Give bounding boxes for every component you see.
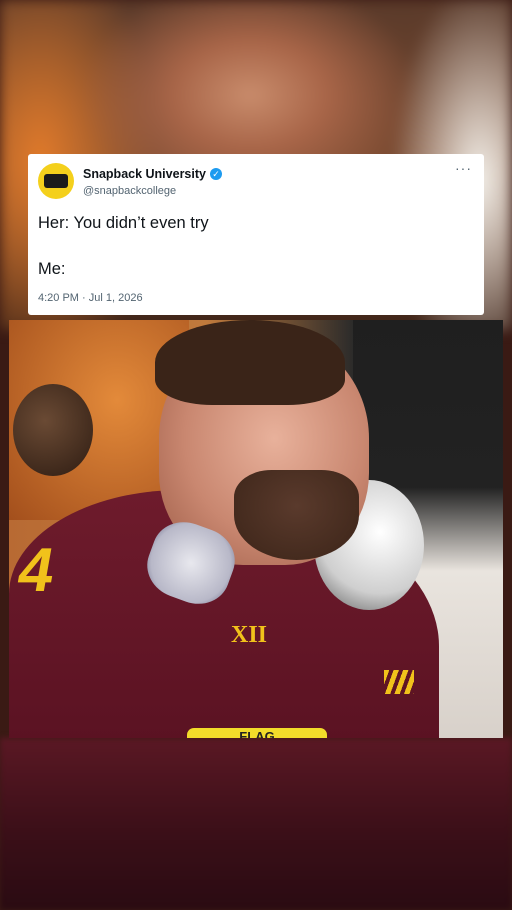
more-options-icon[interactable]: ··· [455,160,472,176]
tweet-text-line-1: Her: You didn’t even try [38,214,209,232]
blurred-background-bottom [0,738,512,910]
account-avatar[interactable] [38,163,74,199]
football-player-photo: 4 XII FLAG [9,320,503,738]
account-name-row: Snapback University ✓ [83,167,222,181]
account-handle[interactable]: @snapbackcollege [83,185,176,197]
jersey-patch-text: XII [231,622,268,648]
player-beard [234,470,359,560]
player-hair [155,320,345,405]
football-ball [13,384,93,476]
snapback-logo-icon [44,174,68,188]
caption-banner: FLAG [187,728,327,738]
tweet-timestamp[interactable]: 4:20 PM · Jul 1, 2026 [38,292,143,304]
brand-stripes-logo [384,670,414,694]
tweet-text-line-2: Me: [38,260,66,278]
verified-badge-icon: ✓ [209,168,222,180]
tweet-card[interactable]: Snapback University ✓ @snapbackcollege ·… [28,154,484,315]
account-name[interactable]: Snapback University [83,167,206,181]
